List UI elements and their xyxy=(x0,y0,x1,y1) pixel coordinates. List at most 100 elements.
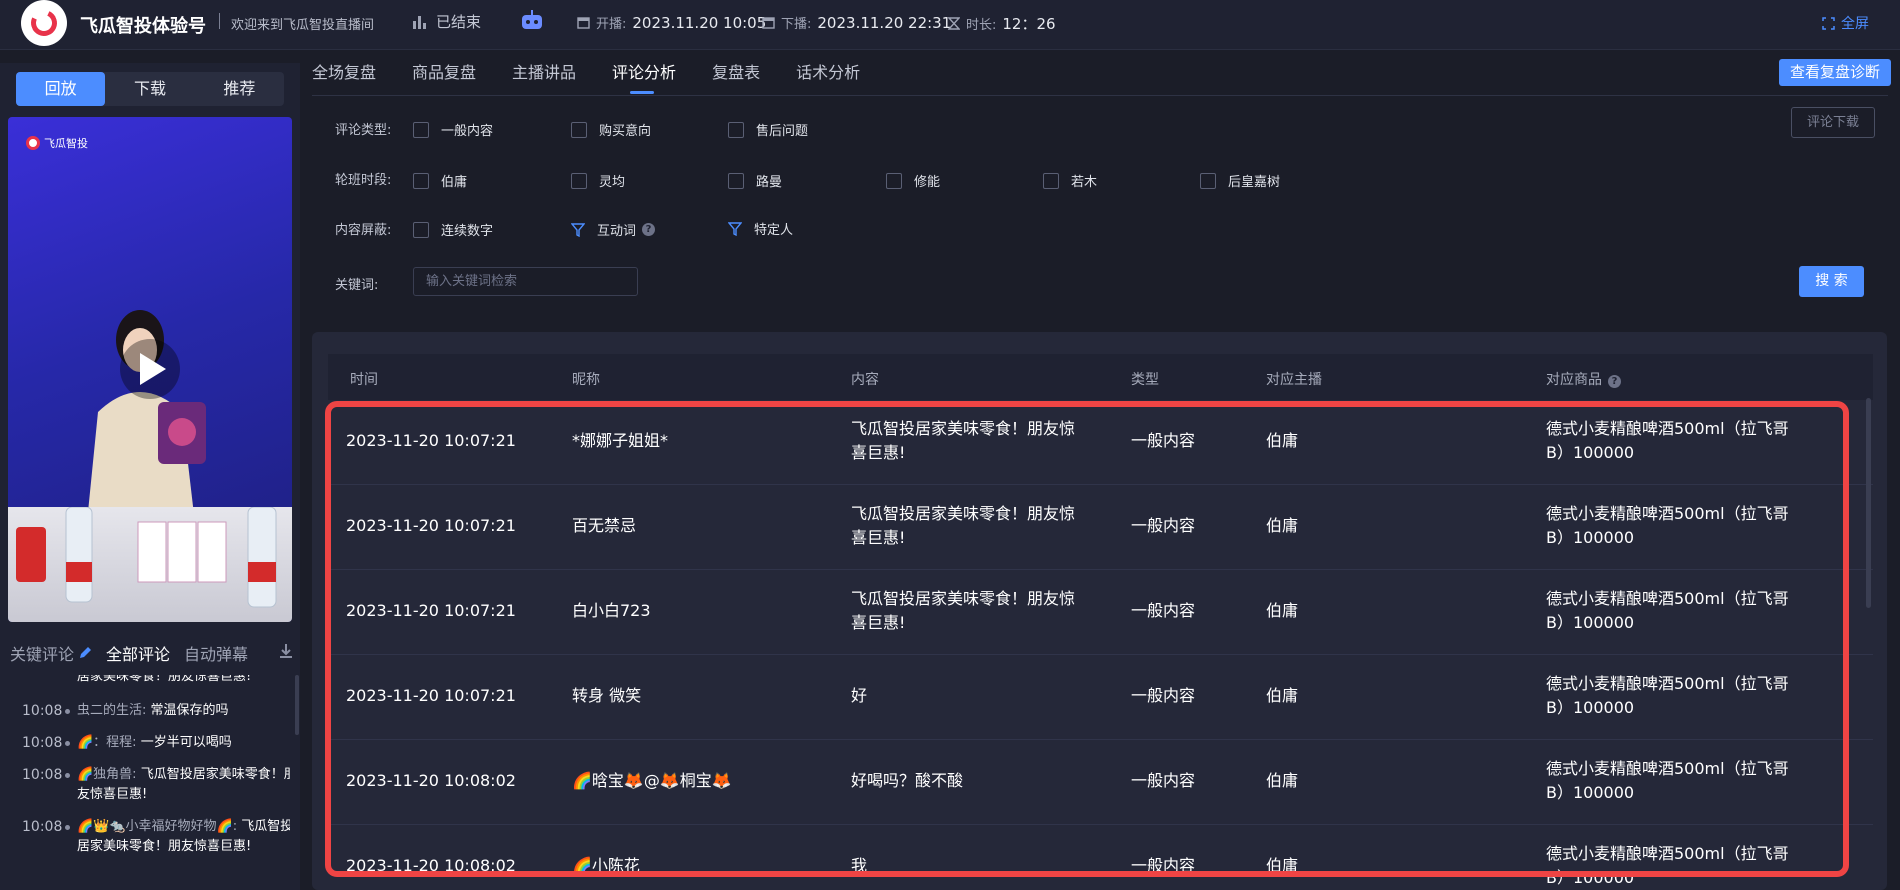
divider xyxy=(219,13,220,29)
cell-nickname: 百无禁忌 xyxy=(572,516,637,535)
view-diagnosis-button[interactable]: 查看复盘诊断 xyxy=(1779,59,1891,86)
checkbox-shift-houhuangjiashu[interactable]: 后皇嘉树 xyxy=(1200,171,1280,190)
cell-nickname: 🌈小陈花 xyxy=(572,856,640,875)
table-row[interactable]: 2023-11-20 10:07:21 百无禁忌 飞瓜智投居家美味零食！朋友惊喜… xyxy=(328,485,1873,570)
table-row[interactable]: 2023-11-20 10:07:21 *娜娜子姐姐* 飞瓜智投居家美味零食！朋… xyxy=(328,400,1873,485)
comment-item: 10:08 虫二的生活: 常温保存的吗 xyxy=(0,701,290,721)
tab-all-comments[interactable]: 全部评论 xyxy=(106,641,170,665)
comment-text: 居家美味零食！朋友惊喜巨惠! xyxy=(77,675,252,684)
tab-key-comments[interactable]: 关键评论 xyxy=(10,641,74,665)
filter-icon xyxy=(728,221,742,236)
comment-type-label: 评论类型: xyxy=(335,123,392,138)
left-panel: 回放 下载 推荐 飞瓜智投 关键评论 全部评论 自动弹幕 居家美味零食！朋友惊喜… xyxy=(0,63,300,890)
start-value: 2023.11.20 10:05 xyxy=(632,13,767,32)
checkbox-general[interactable]: 一般内容 xyxy=(413,120,493,139)
cell-product: 德式小麦精酿啤酒500ml（拉飞哥B）100000 xyxy=(1546,759,1789,802)
comment-nick: 🌈👑🐀小幸福好物好物🌈: xyxy=(77,819,238,834)
header-anchor: 对应主播 xyxy=(1266,372,1322,388)
cell-time: 2023-11-20 10:07:21 xyxy=(346,431,516,450)
header-content: 内容 xyxy=(851,372,879,388)
robot-icon[interactable] xyxy=(520,10,544,30)
comment-item: 10:08 🌈：程程: 一岁半可以喝吗 xyxy=(0,733,290,753)
comment-time: 10:08 xyxy=(22,703,63,719)
cell-nickname: 转身 微笑 xyxy=(572,686,642,705)
comment-tabs: 关键评论 全部评论 自动弹幕 xyxy=(10,641,294,665)
products-on-table xyxy=(16,506,277,608)
cell-type: 一般内容 xyxy=(1131,601,1196,620)
tab-anchor-pitch[interactable]: 主播讲品 xyxy=(512,62,576,96)
hourglass-icon xyxy=(948,17,960,30)
comment-table: 时间 昵称 内容 类型 对应主播 对应商品? 2023-11-20 10:07:… xyxy=(312,332,1887,890)
tab-comment-analysis[interactable]: 评论分析 xyxy=(612,62,676,96)
play-button[interactable] xyxy=(120,339,180,399)
tab-auto-danmaku[interactable]: 自动弹幕 xyxy=(184,641,248,665)
filter-specific-person[interactable]: 特定人 xyxy=(728,219,793,238)
tab-overall-review[interactable]: 全场复盘 xyxy=(312,62,376,96)
calendar-icon xyxy=(762,17,775,29)
expand-icon xyxy=(1822,16,1835,30)
calendar-icon xyxy=(577,17,590,29)
tab-script-analysis[interactable]: 话术分析 xyxy=(796,62,860,96)
checkbox-shift-luman[interactable]: 路曼 xyxy=(728,171,782,190)
cell-product: 德式小麦精酿啤酒500ml（拉飞哥B）100000 xyxy=(1546,844,1789,887)
help-icon[interactable]: ? xyxy=(1608,375,1621,388)
comment-text: 常温保存的吗 xyxy=(150,703,229,718)
download-icon[interactable] xyxy=(278,643,294,659)
cell-type: 一般内容 xyxy=(1131,771,1196,790)
cell-time: 2023-11-20 10:07:21 xyxy=(346,686,516,705)
keyword-input[interactable] xyxy=(413,267,638,296)
filter-interaction-words[interactable]: 互动词 ? xyxy=(571,220,656,239)
comment-text: 一岁半可以喝吗 xyxy=(140,735,232,750)
table-row[interactable]: 2023-11-20 10:08:02 🌈晗宝🦊@🦊桐宝🦊 好喝吗？酸不酸 一般… xyxy=(328,740,1873,825)
tab-product-review[interactable]: 商品复盘 xyxy=(412,62,476,96)
search-button[interactable]: 搜 索 xyxy=(1799,266,1864,297)
comment-nick: 🌈独角兽: xyxy=(77,767,137,782)
comment-scrollbar[interactable] xyxy=(295,675,299,735)
comment-download-button[interactable]: 评论下载 xyxy=(1791,107,1875,138)
tab-download[interactable]: 下载 xyxy=(105,72,194,106)
cell-anchor: 伯庸 xyxy=(1266,516,1299,535)
cell-nickname: *娜娜子姐姐* xyxy=(572,431,669,450)
tab-replay[interactable]: 回放 xyxy=(16,72,106,106)
table-row[interactable]: 2023-11-20 10:07:21 白小白723 飞瓜智投居家美味零食！朋友… xyxy=(328,570,1873,655)
checkbox-shift-boyong[interactable]: 伯庸 xyxy=(413,171,467,190)
cell-time: 2023-11-20 10:07:21 xyxy=(346,601,516,620)
tab-review-sheet[interactable]: 复盘表 xyxy=(712,62,760,96)
filter-icon xyxy=(571,222,585,237)
comment-time: 10:08 xyxy=(22,819,63,835)
comment-time: 10:08 xyxy=(22,767,63,783)
comment-nick: 虫二的生活: xyxy=(77,703,147,718)
edit-icon[interactable] xyxy=(78,646,92,660)
header-product: 对应商品? xyxy=(1546,369,1621,389)
video-player[interactable]: 飞瓜智投 xyxy=(8,117,292,622)
cell-type: 一般内容 xyxy=(1131,686,1196,705)
cell-product: 德式小麦精酿啤酒500ml（拉飞哥B）100000 xyxy=(1546,589,1789,632)
tab-recommend[interactable]: 推荐 xyxy=(195,72,284,106)
cell-product: 德式小麦精酿啤酒500ml（拉飞哥B）100000 xyxy=(1546,419,1789,462)
table-body: 2023-11-20 10:07:21 *娜娜子姐姐* 飞瓜智投居家美味零食！朋… xyxy=(328,400,1873,890)
cell-content: 好喝吗？酸不酸 xyxy=(851,771,964,790)
comment-list: 居家美味零食！朋友惊喜巨惠! 10:08 虫二的生活: 常温保存的吗 10:08… xyxy=(0,675,290,890)
duration-label: 时长: xyxy=(966,18,997,33)
cell-time: 2023-11-20 10:07:21 xyxy=(346,516,516,535)
duration: 时长: 12：26 xyxy=(948,13,1056,34)
header-time: 时间 xyxy=(350,372,378,388)
table-scrollbar[interactable] xyxy=(1866,398,1871,608)
cell-type: 一般内容 xyxy=(1131,856,1196,875)
checkbox-shift-lingjun[interactable]: 灵均 xyxy=(571,171,625,190)
bar-chart-icon xyxy=(413,15,426,29)
checkbox-after-sale[interactable]: 售后问题 xyxy=(728,120,808,139)
cell-content: 好 xyxy=(851,686,868,705)
checkbox-shift-ruomu[interactable]: 若木 xyxy=(1043,171,1097,190)
checkbox-purchase-intent[interactable]: 购买意向 xyxy=(571,120,651,139)
table-row[interactable]: 2023-11-20 10:08:02 🌈小陈花 我 一般内容 伯庸 德式小麦精… xyxy=(328,825,1873,890)
checkbox-consecutive-digits[interactable]: 连续数字 xyxy=(413,220,493,239)
header-nickname: 昵称 xyxy=(572,372,600,388)
fullscreen-label: 全屏 xyxy=(1841,16,1869,32)
start-label: 开播: xyxy=(596,17,627,32)
help-icon[interactable]: ? xyxy=(642,223,656,236)
checkbox-shift-xiuneng[interactable]: 修能 xyxy=(886,171,940,190)
table-row[interactable]: 2023-11-20 10:07:21 转身 微笑 好 一般内容 伯庸 德式小麦… xyxy=(328,655,1873,740)
cell-anchor: 伯庸 xyxy=(1266,771,1299,790)
fullscreen-button[interactable]: 全屏 xyxy=(1822,13,1869,33)
